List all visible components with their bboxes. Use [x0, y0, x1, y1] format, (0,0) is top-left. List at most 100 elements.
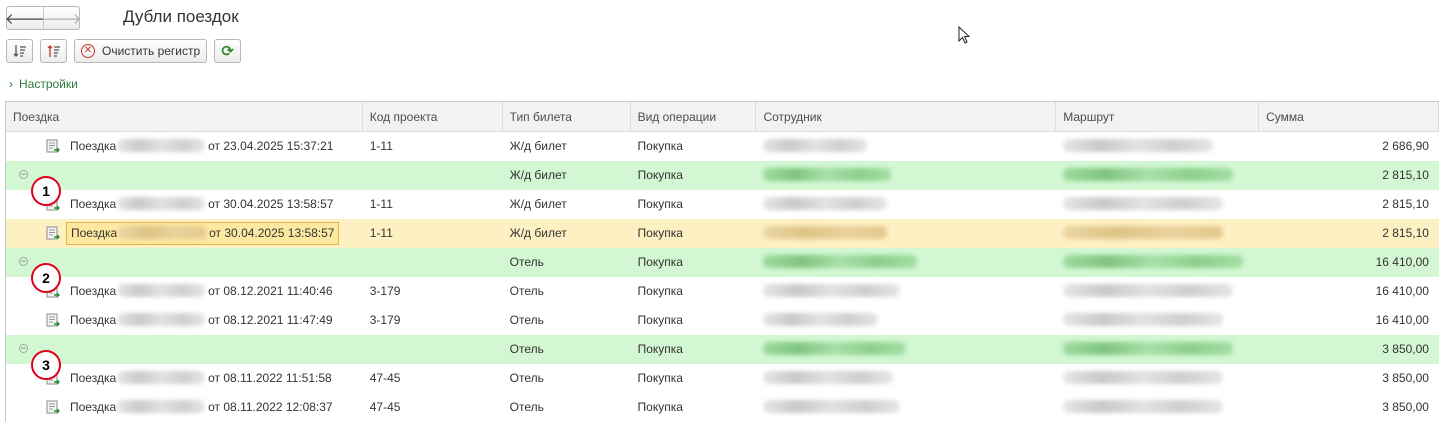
column-header-operation-type[interactable]: Вид операции [631, 102, 757, 132]
table-row[interactable]: Поездка от 23.04.2025 15:37:21 1-11 Ж/д бил… [6, 132, 1439, 161]
sum-cell[interactable]: 16 410,00 [1259, 248, 1439, 277]
sum-cell[interactable]: 16 410,00 [1259, 277, 1439, 306]
route-cell[interactable] [1056, 335, 1259, 364]
ticket-type-cell[interactable]: Ж/д билет [503, 132, 631, 161]
sort-ascending-button[interactable] [6, 39, 33, 63]
clear-register-button[interactable]: ✕ Очистить регистр [74, 39, 208, 63]
table-row[interactable]: Поездка от 08.12.2021 11:40:46 3-179 Отель П… [6, 277, 1439, 306]
ticket-type-cell[interactable]: Отель [503, 306, 631, 335]
sum-cell[interactable]: 2 686,90 [1259, 132, 1439, 161]
employee-cell[interactable] [756, 161, 1056, 190]
operation-type-cell[interactable]: Покупка [631, 335, 757, 364]
ticket-type-cell[interactable]: Отель [503, 364, 631, 393]
employee-cell[interactable] [756, 248, 1056, 277]
route-cell[interactable] [1056, 161, 1259, 190]
table-row[interactable]: Поездка от 08.12.2021 11:47:49 3-179 Отель П… [6, 306, 1439, 335]
column-header-employee[interactable]: Сотрудник [756, 102, 1057, 132]
employee-cell[interactable] [756, 393, 1056, 422]
sum-cell[interactable]: 3 850,00 [1259, 335, 1439, 364]
forward-button[interactable]: 🡒 [41, 7, 82, 29]
route-cell[interactable] [1056, 393, 1259, 422]
table-row[interactable]: Поездка от 30.04.2025 13:58:57 1-11 Ж/д бил… [6, 219, 1439, 248]
sort-descending-button[interactable] [40, 39, 67, 63]
ticket-type-cell[interactable]: Отель [503, 393, 631, 422]
sum-cell[interactable]: 16 410,00 [1259, 306, 1439, 335]
employee-cell[interactable] [756, 132, 1056, 161]
project-code-cell[interactable] [363, 335, 503, 364]
table-row[interactable]: Поездка от 08.11.2022 12:08:37 47-45 Отель П… [6, 393, 1439, 422]
column-header-project-code[interactable]: Код проекта [363, 102, 503, 132]
sum-cell[interactable]: 2 815,10 [1259, 219, 1439, 248]
selected-cell-frame[interactable]: Поездка от 30.04.2025 13:58:57 [66, 222, 340, 245]
sum-cell[interactable]: 3 850,00 [1259, 364, 1439, 393]
operation-type-cell[interactable]: Покупка [631, 364, 757, 393]
operation-type-cell[interactable]: Покупка [631, 161, 757, 190]
ticket-type-cell[interactable]: Отель [503, 277, 631, 306]
table-row[interactable]: Поездка от 30.04.2025 13:58:57 1-11 Ж/д бил… [6, 190, 1439, 219]
sum-cell[interactable]: 3 850,00 [1259, 393, 1439, 422]
project-code-cell[interactable]: 47-45 [363, 393, 503, 422]
collapse-icon[interactable]: − [19, 344, 28, 354]
group-row[interactable]: − Отель Покупка 16 410,00 [6, 248, 1439, 277]
sort-ascending-icon [13, 45, 26, 57]
operation-type-cell[interactable]: Покупка [631, 248, 757, 277]
route-cell[interactable] [1056, 248, 1259, 277]
ticket-type-cell[interactable]: Ж/д билет [503, 161, 631, 190]
employee-cell[interactable] [756, 335, 1056, 364]
column-header-trip[interactable]: Поездка [6, 102, 363, 132]
project-code-cell[interactable]: 1-11 [363, 132, 503, 161]
project-code-cell[interactable] [363, 248, 503, 277]
group-row[interactable]: − Отель Покупка 3 850,00 [6, 335, 1439, 364]
refresh-icon: ⟳ [221, 43, 234, 60]
sort-descending-icon [47, 45, 60, 57]
trip-date: от 23.04.2025 15:37:21 [208, 139, 334, 153]
route-cell[interactable] [1056, 219, 1259, 248]
trip-cell[interactable]: Поездка от 08.11.2022 12:08:37 [6, 393, 363, 422]
route-cell[interactable] [1056, 277, 1259, 306]
ticket-type-cell[interactable]: Отель [503, 248, 631, 277]
employee-cell[interactable] [756, 277, 1056, 306]
project-code-cell[interactable]: 3-179 [363, 306, 503, 335]
operation-type-cell[interactable]: Покупка [631, 277, 757, 306]
project-code-cell[interactable]: 1-11 [363, 190, 503, 219]
collapse-icon[interactable]: − [19, 257, 28, 267]
project-code-cell[interactable]: 1-11 [363, 219, 503, 248]
group-row[interactable]: − Ж/д билет Покупка 2 815,10 [6, 161, 1439, 190]
refresh-button[interactable]: ⟳ [214, 39, 242, 63]
route-cell[interactable] [1056, 364, 1259, 393]
column-header-sum[interactable]: Сумма [1259, 102, 1439, 132]
operation-type-cell[interactable]: Покупка [631, 306, 757, 335]
operation-type-cell[interactable]: Покупка [631, 132, 757, 161]
trip-cell[interactable]: Поездка от 23.04.2025 15:37:21 [6, 132, 363, 161]
back-button[interactable]: 🡐 [5, 7, 45, 29]
sum-cell[interactable]: 2 815,10 [1259, 161, 1439, 190]
employee-cell[interactable] [756, 219, 1056, 248]
ticket-type-cell[interactable]: Отель [503, 335, 631, 364]
trip-date: от 08.12.2021 11:40:46 [208, 284, 333, 298]
trip-cell[interactable]: Поездка от 30.04.2025 13:58:57 [6, 219, 363, 248]
project-code-cell[interactable]: 47-45 [363, 364, 503, 393]
table-row[interactable]: Поездка от 08.11.2022 11:51:58 47-45 Отель П… [6, 364, 1439, 393]
employee-cell[interactable] [756, 190, 1056, 219]
route-cell[interactable] [1056, 132, 1259, 161]
employee-cell[interactable] [756, 364, 1056, 393]
ticket-type-cell[interactable]: Ж/д билет [503, 219, 631, 248]
redacted-route [1063, 226, 1224, 240]
column-header-route[interactable]: Маршрут [1056, 102, 1260, 132]
sum-cell[interactable]: 2 815,10 [1259, 190, 1439, 219]
redacted-number [117, 139, 206, 153]
trip-prefix: Поездка [71, 226, 118, 240]
collapse-icon[interactable]: − [19, 170, 28, 180]
route-cell[interactable] [1056, 306, 1259, 335]
operation-type-cell[interactable]: Покупка [631, 393, 757, 422]
operation-type-cell[interactable]: Покупка [631, 190, 757, 219]
employee-cell[interactable] [756, 306, 1056, 335]
operation-type-cell[interactable]: Покупка [631, 219, 757, 248]
settings-link[interactable]: › Настройки [9, 77, 78, 91]
trip-cell[interactable]: Поездка от 08.12.2021 11:47:49 [6, 306, 363, 335]
project-code-cell[interactable]: 3-179 [363, 277, 503, 306]
project-code-cell[interactable] [363, 161, 503, 190]
ticket-type-cell[interactable]: Ж/д билет [503, 190, 631, 219]
column-header-ticket-type[interactable]: Тип билета [503, 102, 631, 132]
route-cell[interactable] [1056, 190, 1259, 219]
